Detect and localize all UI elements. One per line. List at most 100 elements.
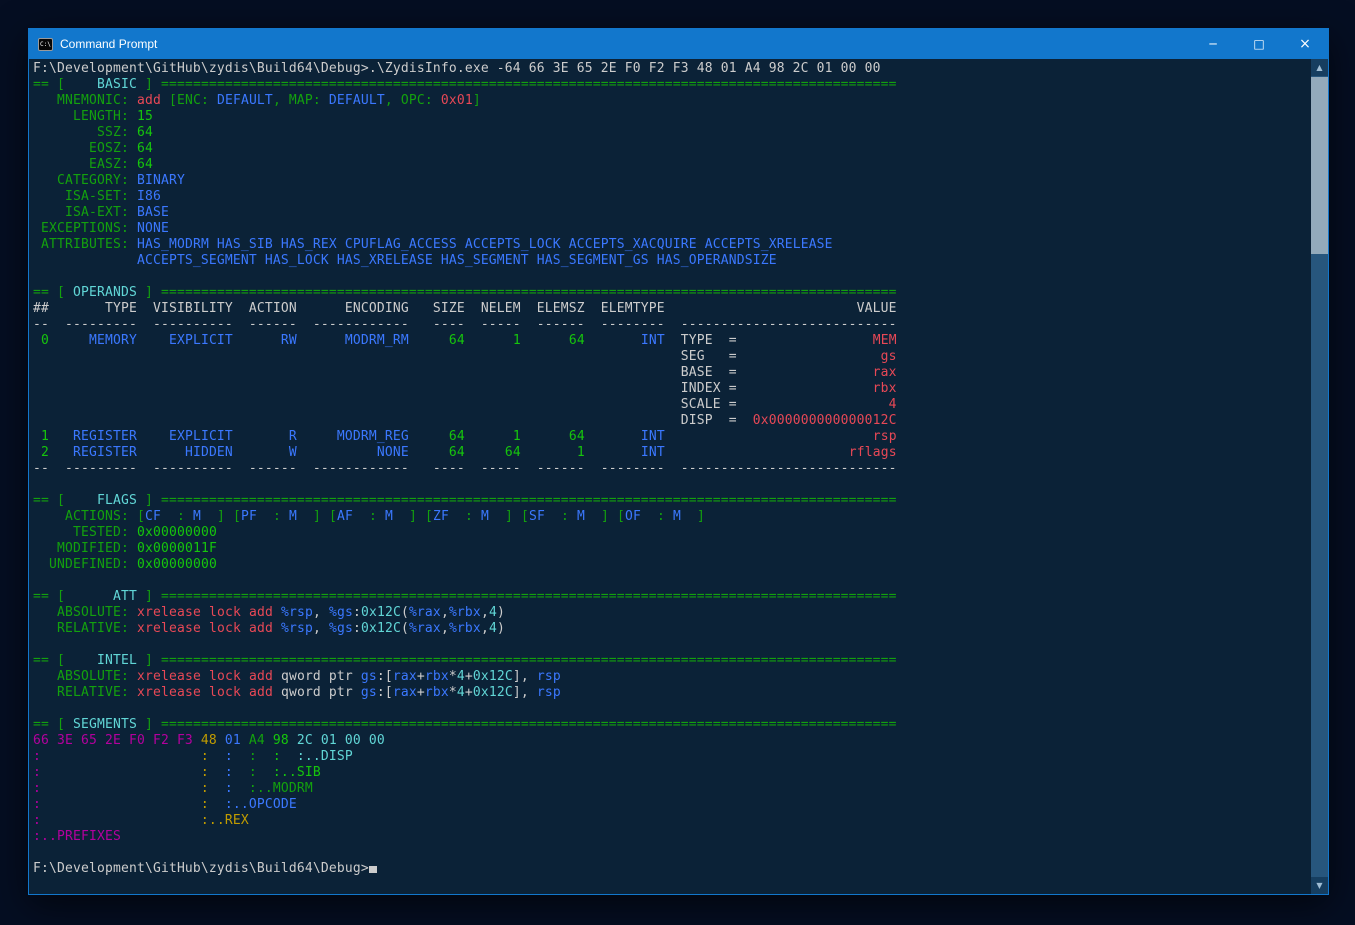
console-line-39: RELATIVE: xrelease lock add qword ptr gs… [33, 685, 1311, 701]
token: lock [209, 669, 241, 684]
token: ACCEPTS_SEGMENT HAS_LOCK HAS_XRELEASE HA… [33, 253, 777, 268]
console-line-44: : : : : :..SIB [33, 765, 1311, 781]
token: ACTIONS: [33, 509, 137, 524]
console-line-50: F:\Development\GitHub\zydis\Build64\Debu… [33, 861, 1311, 877]
token: : [449, 509, 481, 524]
token: ========================================… [161, 653, 897, 668]
token: + [465, 685, 473, 700]
token: ) [497, 621, 505, 636]
token: : [33, 749, 41, 764]
token: * [449, 669, 457, 684]
window-title: Command Prompt [60, 37, 157, 51]
token: %rbx [449, 605, 481, 620]
token: == [ [33, 717, 73, 732]
token: EASZ: [33, 157, 137, 172]
titlebar[interactable]: C:\ Command Prompt ─ □ × [29, 29, 1328, 59]
console-line-4: SSZ: 64 [33, 125, 1311, 141]
token: : [353, 621, 361, 636]
token: [ [233, 509, 241, 524]
scroll-down-icon: ▼ [1316, 881, 1322, 890]
token: : [33, 765, 41, 780]
console-line-40 [33, 701, 1311, 717]
token: DISP = [33, 413, 737, 428]
scroll-up-button[interactable]: ▲ [1311, 59, 1328, 76]
console-line-20: INDEX = rbx [33, 381, 1311, 397]
console-line-11: ATTRIBUTES: HAS_MODRM HAS_SIB HAS_REX CP… [33, 237, 1311, 253]
token: : [33, 797, 41, 812]
minimize-button[interactable]: ─ [1190, 29, 1236, 59]
token: : [209, 749, 233, 764]
token: add [249, 685, 273, 700]
token: W [233, 445, 297, 460]
maximize-button[interactable]: □ [1236, 29, 1282, 59]
token: rflags [665, 445, 897, 460]
scroll-down-button[interactable]: ▼ [1311, 877, 1328, 894]
token: VALUE [665, 301, 897, 316]
token: qword ptr [273, 685, 361, 700]
console-line-23: 1 REGISTER EXPLICIT R MODRM_REG 64 1 64 … [33, 429, 1311, 445]
token: 0x00000000 [137, 525, 217, 540]
token: 0x12C [361, 605, 401, 620]
console-output[interactable]: F:\Development\GitHub\zydis\Build64\Debu… [29, 59, 1311, 894]
token: lock [209, 621, 241, 636]
text-cursor [369, 866, 377, 873]
console-line-3: LENGTH: 15 [33, 109, 1311, 125]
token: == [ [33, 77, 73, 92]
token: ] [297, 509, 329, 524]
scrollbar-thumb[interactable] [1311, 77, 1328, 254]
token: %rsp [281, 621, 313, 636]
token: 64 [409, 333, 465, 348]
token: INT [585, 333, 665, 348]
token: ] [137, 285, 161, 300]
cmd-icon-label: C:\ [40, 41, 51, 48]
token: EOSZ: [33, 141, 137, 156]
token: : [257, 749, 281, 764]
console[interactable]: F:\Development\GitHub\zydis\Build64\Debu… [29, 59, 1328, 894]
scrollbar[interactable]: ▲ ▼ [1311, 59, 1328, 894]
token: 64 [465, 445, 521, 460]
console-line-27: == [ FLAGS ] ===========================… [33, 493, 1311, 509]
token: ] [137, 493, 161, 508]
token: rax [393, 669, 417, 684]
token [241, 669, 249, 684]
token: 48 [193, 733, 217, 748]
token: ## TYPE VISIBILITY ACTION ENCODING SIZE … [33, 301, 665, 316]
window-controls: ─ □ × [1190, 29, 1328, 59]
token [201, 605, 209, 620]
token: MNEMONIC: [33, 93, 137, 108]
token: FLAGS [73, 493, 137, 508]
console-line-42: 66 3E 65 2E F0 F2 F3 48 01 A4 98 2C 01 0… [33, 733, 1311, 749]
console-line-17: 0 MEMORY EXPLICIT RW MODRM_RM 64 1 64 IN… [33, 333, 1311, 349]
token: SEG = [33, 349, 737, 364]
console-line-19: BASE = rax [33, 365, 1311, 381]
token: %rbx [449, 621, 481, 636]
token: SCALE = [33, 397, 737, 412]
console-line-18: SEG = gs [33, 349, 1311, 365]
token: rsp [537, 685, 561, 700]
token: ========================================… [161, 589, 897, 604]
console-line-28: ACTIONS: [CF : M ] [PF : M ] [AF : M ] [… [33, 509, 1311, 525]
token: R [233, 429, 297, 444]
token: INT [585, 445, 665, 460]
token: OPERANDS [73, 285, 137, 300]
token: add [137, 93, 161, 108]
token [273, 605, 281, 620]
token: 4 [489, 621, 497, 636]
token: [ [425, 509, 433, 524]
console-line-22: DISP = 0x000000000000012C [33, 413, 1311, 429]
token: * [449, 685, 457, 700]
close-button[interactable]: × [1282, 29, 1328, 59]
command-prompt-window: C:\ Command Prompt ─ □ × F:\Development\… [28, 28, 1329, 895]
token: 0x01 [441, 93, 473, 108]
token: A4 [241, 733, 265, 748]
token: : [41, 749, 209, 764]
console-line-7: CATEGORY: BINARY [33, 173, 1311, 189]
token: ========================================… [161, 493, 897, 508]
token: M [289, 509, 297, 524]
token: BASE [137, 205, 169, 220]
cmd-icon[interactable]: C:\ [38, 38, 53, 51]
token: qword ptr [273, 669, 361, 684]
console-line-21: SCALE = 4 [33, 397, 1311, 413]
token: MODIFIED: [33, 541, 137, 556]
token: ] [489, 509, 521, 524]
